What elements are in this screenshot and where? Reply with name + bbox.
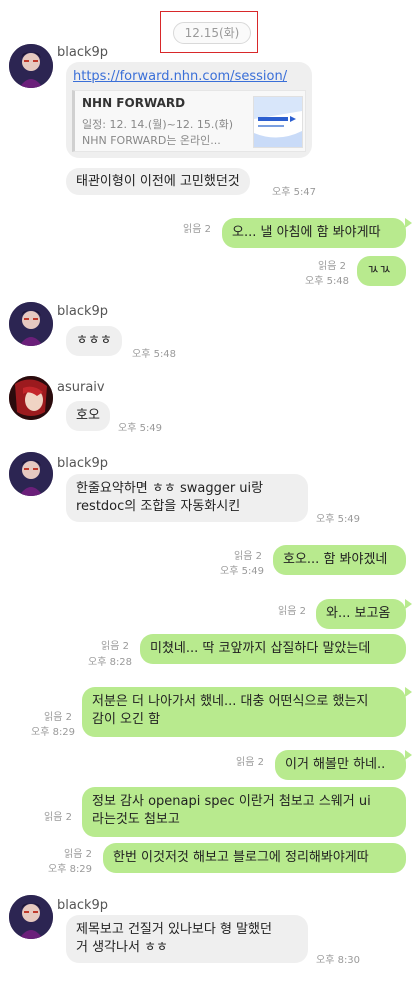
avatar-black9p[interactable] <box>9 452 53 496</box>
my-message-bubble[interactable]: 와... 보고옴 <box>316 599 406 629</box>
card-title: NHN FORWARD <box>82 96 186 110</box>
bubble-tail <box>405 218 412 228</box>
my-message-bubble[interactable]: 미쳤네... 딱 코앞까지 삽질하다 말았는데 <box>140 634 406 664</box>
message-line: 제목보고 건질거 있나보다 형 말했던 <box>76 922 272 937</box>
message-line: 저분은 더 나아가서 했네... 대충 어떤식으로 했는지 <box>92 694 369 709</box>
read-count: 읽음 2 <box>318 261 346 272</box>
my-message-bubble[interactable]: 정보 감사 openapi spec 이란거 첨보고 스웨거 ui 라는것도 첨… <box>82 787 406 837</box>
sender-name: black9p <box>57 898 109 913</box>
message-time: 오후 5:49 <box>316 514 361 525</box>
message-line: 거 생각나서 ㅎㅎ <box>76 940 168 955</box>
link-url[interactable]: https://forward.nhn.com/session/3 <box>73 69 287 84</box>
message-time: 오후 8:29 <box>31 727 76 738</box>
message-line: 한줄요약하면 ㅎㅎ swagger ui랑 <box>76 481 264 496</box>
read-count: 읽음 2 <box>278 606 306 617</box>
message-time: 오후 5:49 <box>118 423 163 434</box>
avatar-black9p[interactable] <box>9 895 53 939</box>
sender-name: black9p <box>57 45 109 60</box>
my-message-bubble[interactable]: 오... 낼 아침에 함 봐야게따 <box>222 218 406 248</box>
message-time: 오후 8:29 <box>48 864 93 875</box>
bubble-tail <box>405 599 412 609</box>
message-bubble[interactable]: 제목보고 건질거 있나보다 형 말했던 거 생각나서 ㅎㅎ <box>66 915 308 963</box>
message-time: 오후 8:28 <box>88 657 133 668</box>
card-thumbnail <box>253 96 303 148</box>
sender-name: black9p <box>57 304 109 319</box>
read-count: 읽음 2 <box>44 712 72 723</box>
read-count: 읽음 2 <box>44 812 72 823</box>
avatar-black9p[interactable] <box>9 302 53 346</box>
read-count: 읽음 2 <box>64 849 92 860</box>
bubble-tail <box>405 750 412 760</box>
link-card[interactable]: NHN FORWARD 일정: 12. 14.(월)~12. 15.(화) NH… <box>72 90 306 152</box>
message-line: restdoc의 조합을 자동화시킨 <box>76 499 241 514</box>
message-line: 정보 감사 openapi spec 이란거 첨보고 스웨거 ui <box>92 794 371 809</box>
read-count: 읽음 2 <box>234 551 262 562</box>
message-time: 오후 8:30 <box>316 955 361 966</box>
read-count: 읽음 2 <box>183 224 211 235</box>
my-message-bubble[interactable]: ㄳㄳ <box>357 256 406 286</box>
read-count: 읽음 2 <box>101 641 129 652</box>
message-bubble[interactable]: 호오 <box>66 401 110 431</box>
bubble-tail <box>405 687 412 697</box>
sender-name: black9p <box>57 456 109 471</box>
my-message-bubble[interactable]: 한번 이것저것 해보고 블로그에 정리해봐야게따 <box>103 843 406 873</box>
message-bubble[interactable]: 태관이형이 이전에 고민했던것 <box>66 168 250 195</box>
card-date: 일정: 12. 14.(월)~12. 15.(화) <box>82 118 234 131</box>
link-preview-bubble[interactable]: https://forward.nhn.com/session/3 NHN FO… <box>66 62 312 158</box>
message-time: 오후 5:49 <box>220 566 265 577</box>
my-message-bubble[interactable]: 호오... 함 봐야겠네 <box>273 545 406 575</box>
avatar-black9p[interactable] <box>9 44 53 88</box>
message-line: 감이 오긴 함 <box>92 712 161 727</box>
avatar-asuraiv[interactable] <box>9 376 53 420</box>
message-time: 오후 5:48 <box>305 276 350 287</box>
date-divider: 12.15(화) <box>173 22 251 44</box>
my-message-bubble[interactable]: 이거 해볼만 하네.. <box>275 750 406 780</box>
message-time: 오후 5:48 <box>132 349 177 360</box>
read-count: 읽음 2 <box>236 757 264 768</box>
message-bubble[interactable]: ㅎㅎㅎ <box>66 326 122 356</box>
sender-name: asuraiv <box>57 380 105 395</box>
my-message-bubble[interactable]: 저분은 더 나아가서 했네... 대충 어떤식으로 했는지 감이 오긴 함 <box>82 687 406 737</box>
message-bubble[interactable]: 한줄요약하면 ㅎㅎ swagger ui랑 restdoc의 조합을 자동화시킨 <box>66 474 308 522</box>
message-time: 오후 5:47 <box>272 187 317 198</box>
card-description: NHN FORWARD는 온라인... <box>82 134 221 147</box>
message-line: 라는것도 첨보고 <box>92 812 180 827</box>
